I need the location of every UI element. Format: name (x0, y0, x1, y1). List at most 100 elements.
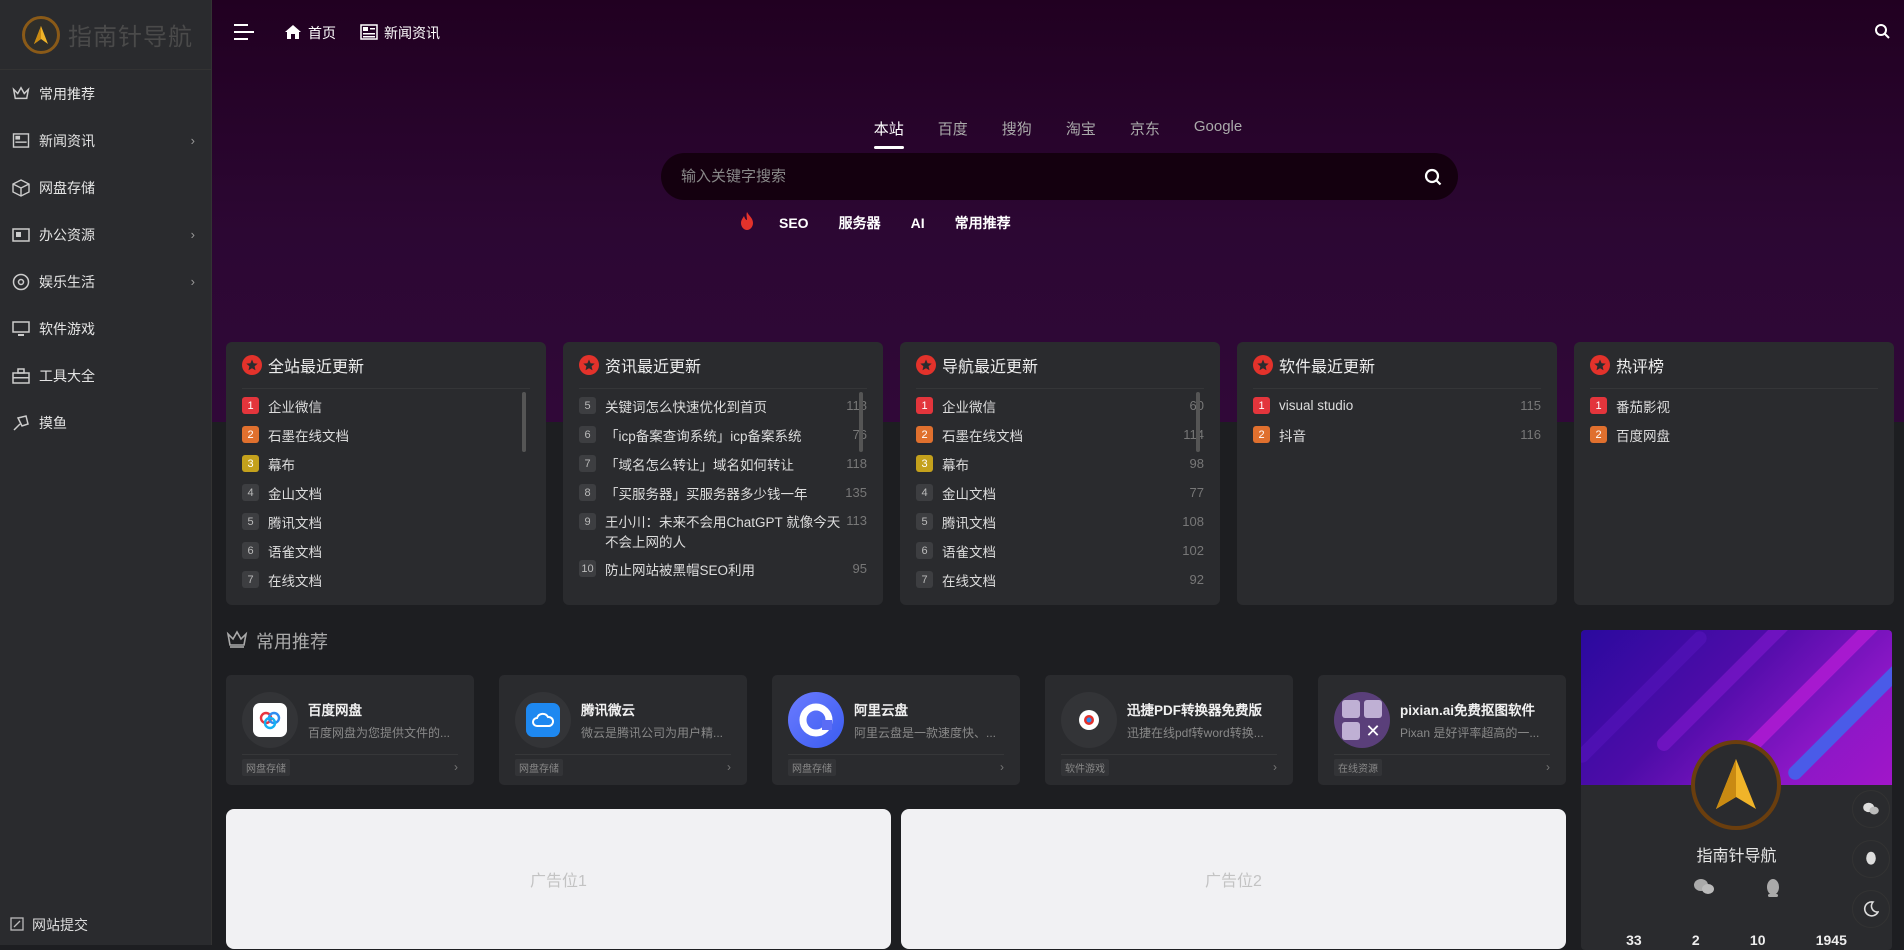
panel-scrollbar[interactable] (522, 392, 526, 452)
card-category[interactable]: 网盘存储 (515, 758, 563, 776)
card-bottom: 软件游戏 › (1061, 755, 1277, 779)
rank-number: 6 (579, 426, 596, 443)
chevron-right-icon[interactable]: › (1546, 760, 1550, 774)
chevron-right-icon[interactable]: › (727, 760, 731, 774)
list-item[interactable]: 3 幕布 (242, 449, 530, 478)
list-item[interactable]: 4 金山文档 (242, 478, 530, 507)
search-tab-5[interactable]: Google (1194, 118, 1242, 147)
list-item[interactable]: 5 腾讯文档 (242, 507, 530, 536)
list-item[interactable]: 1企业微信60 (916, 391, 1204, 420)
sidebar-item-1[interactable]: 新闻资讯 › (0, 117, 211, 164)
hot-tag[interactable]: 服务器 (839, 213, 881, 233)
chevron-right-icon[interactable]: › (454, 760, 458, 774)
site-card[interactable]: 阿里云盘 阿里云盘是一款速度快、... 网盘存储 › (772, 675, 1020, 785)
search-tab-0[interactable]: 本站 (873, 118, 904, 149)
nav-home-link[interactable]: 首页 (284, 23, 336, 43)
list-item[interactable]: 4 金山文档 77 (916, 478, 1204, 507)
dark-mode-toggle-icon[interactable] (1852, 890, 1890, 928)
sidebar-item-0[interactable]: 常用推荐 (0, 70, 211, 117)
list-item[interactable]: 1 visual studio 115 (1253, 391, 1541, 420)
list-item[interactable]: 6「icp备案查询系统」icp备案系统76 (579, 420, 867, 449)
list-item[interactable]: 8 「买服务器」买服务器多少钱一年 135 (579, 478, 867, 507)
rank-number: 5 (579, 397, 596, 414)
card-top: 迅捷PDF转换器免费版 迅捷在线pdf转word转换... (1061, 685, 1277, 755)
list-item[interactable]: 9 王小川：未来不会用ChatGPT 就像今天不会上网的人 113 (579, 507, 867, 554)
item-title: 「icp备案查询系统」icp备案系统 (605, 428, 802, 444)
logo[interactable]: 指南针导航 (0, 0, 211, 70)
site-card[interactable]: 百度网盘 百度网盘为您提供文件的... 网盘存储 › (226, 675, 474, 785)
list-item[interactable]: 6 语雀文档 (242, 536, 530, 565)
site-card[interactable]: 腾讯微云 微云是腾讯公司为用户精... 网盘存储 › (499, 675, 747, 785)
item-title: 企业微信 (942, 399, 996, 415)
ad-slot-1[interactable]: 广告位1 (226, 809, 891, 949)
list-item[interactable]: 2 抖音 116 (1253, 420, 1541, 449)
card-bottom: 在线资源 › (1334, 755, 1550, 779)
list-item[interactable]: 1 番茄影视 (1590, 391, 1878, 420)
submit-site-link[interactable]: 网站提交 (0, 905, 212, 945)
sidebar-item-2[interactable]: 网盘存储 (0, 164, 211, 211)
sidebar-item-5[interactable]: 软件游戏 (0, 305, 211, 352)
search-tab-4[interactable]: 京东 (1130, 118, 1160, 147)
list-item[interactable]: 1 企业微信 (242, 391, 530, 420)
card-category[interactable]: 软件游戏 (1061, 758, 1109, 776)
view-count: 116 (1520, 427, 1541, 442)
wechat-icon[interactable] (1693, 878, 1715, 903)
card-category[interactable]: 网盘存储 (788, 758, 836, 776)
sidebar-item-label: 网盘存储 (39, 179, 95, 196)
list-item[interactable]: 7 在线文档 (242, 565, 530, 594)
chevron-right-icon[interactable]: › (1000, 760, 1004, 774)
search-tab-3[interactable]: 淘宝 (1066, 118, 1096, 147)
submit-site-label: 网站提交 (32, 917, 88, 933)
sidebar-item-6[interactable]: 工具大全 (0, 352, 211, 399)
card-top: 百度网盘 百度网盘为您提供文件的... (242, 685, 458, 755)
aliyun-drive-icon (788, 691, 844, 748)
site-card[interactable]: ✕ pixian.ai免费抠图软件 Pixan 是好评率超高的一... 在线资源 › (1318, 675, 1566, 785)
sidebar-item-4[interactable]: 娱乐生活 › (0, 258, 211, 305)
hot-tags: SEO 服务器 AI 常用推荐 (739, 211, 1041, 234)
nav-news-link[interactable]: 新闻资讯 (360, 23, 440, 43)
menu-toggle-icon[interactable] (234, 23, 256, 43)
rank-number: 6 (916, 542, 933, 559)
search-tab-2[interactable]: 搜狗 (1002, 118, 1032, 147)
view-count: 113 (846, 513, 867, 528)
list-item[interactable]: 2 百度网盘 (1590, 420, 1878, 449)
rank-number: 8 (579, 484, 596, 501)
list-item[interactable]: 10 防止网站被黑帽SEO利用 95 (579, 554, 867, 583)
qq-float-button[interactable] (1852, 840, 1890, 878)
search-submit-icon[interactable] (1408, 168, 1458, 186)
panel-scrollbar[interactable] (859, 392, 863, 452)
fish-icon (10, 414, 32, 432)
panel-scrollbar[interactable] (1196, 392, 1200, 452)
card-category[interactable]: 网盘存储 (242, 758, 290, 776)
top-search-icon[interactable] (1874, 23, 1890, 42)
search-tab-1[interactable]: 百度 (938, 118, 968, 147)
site-card[interactable]: 迅捷PDF转换器免费版 迅捷在线pdf转word转换... 软件游戏 › (1045, 675, 1293, 785)
list-item[interactable]: 5 关键词怎么快速优化到首页 118 (579, 391, 867, 420)
card-category[interactable]: 在线资源 (1334, 758, 1382, 776)
crown-icon (226, 629, 248, 653)
edit-icon (10, 916, 24, 934)
site-cards: 百度网盘 百度网盘为您提供文件的... 网盘存储 › 腾讯微云 微云是腾讯公司为用户精..… (226, 675, 1566, 785)
wechat-float-button[interactable] (1852, 790, 1890, 828)
hot-tag[interactable]: 常用推荐 (955, 213, 1011, 233)
list-item[interactable]: 2 石墨在线文档 (242, 420, 530, 449)
search-input[interactable] (681, 168, 1408, 185)
rank-number: 1 (242, 397, 259, 414)
list-item[interactable]: 3 幕布 98 (916, 449, 1204, 478)
list-item[interactable]: 7 在线文档 92 (916, 565, 1204, 594)
qq-icon[interactable] (1765, 878, 1781, 903)
sidebar-item-7[interactable]: 摸鱼 (0, 399, 211, 446)
sidebar-item-3[interactable]: 办公资源 › (0, 211, 211, 258)
profile-avatar[interactable] (1691, 740, 1781, 830)
rank-number: 1 (916, 397, 933, 414)
list-item[interactable]: 7 「域名怎么转让」域名如何转让 118 (579, 449, 867, 478)
list-item[interactable]: 5 腾讯文档 108 (916, 507, 1204, 536)
hot-tag[interactable]: SEO (779, 215, 809, 231)
ad-slot-2[interactable]: 广告位2 (901, 809, 1566, 949)
list-item[interactable]: 6 语雀文档 102 (916, 536, 1204, 565)
star-icon (916, 355, 936, 375)
chevron-right-icon[interactable]: › (1273, 760, 1277, 774)
card-name: 阿里云盘 (854, 702, 908, 718)
list-item[interactable]: 2 石墨在线文档 114 (916, 420, 1204, 449)
hot-tag[interactable]: AI (911, 215, 925, 231)
